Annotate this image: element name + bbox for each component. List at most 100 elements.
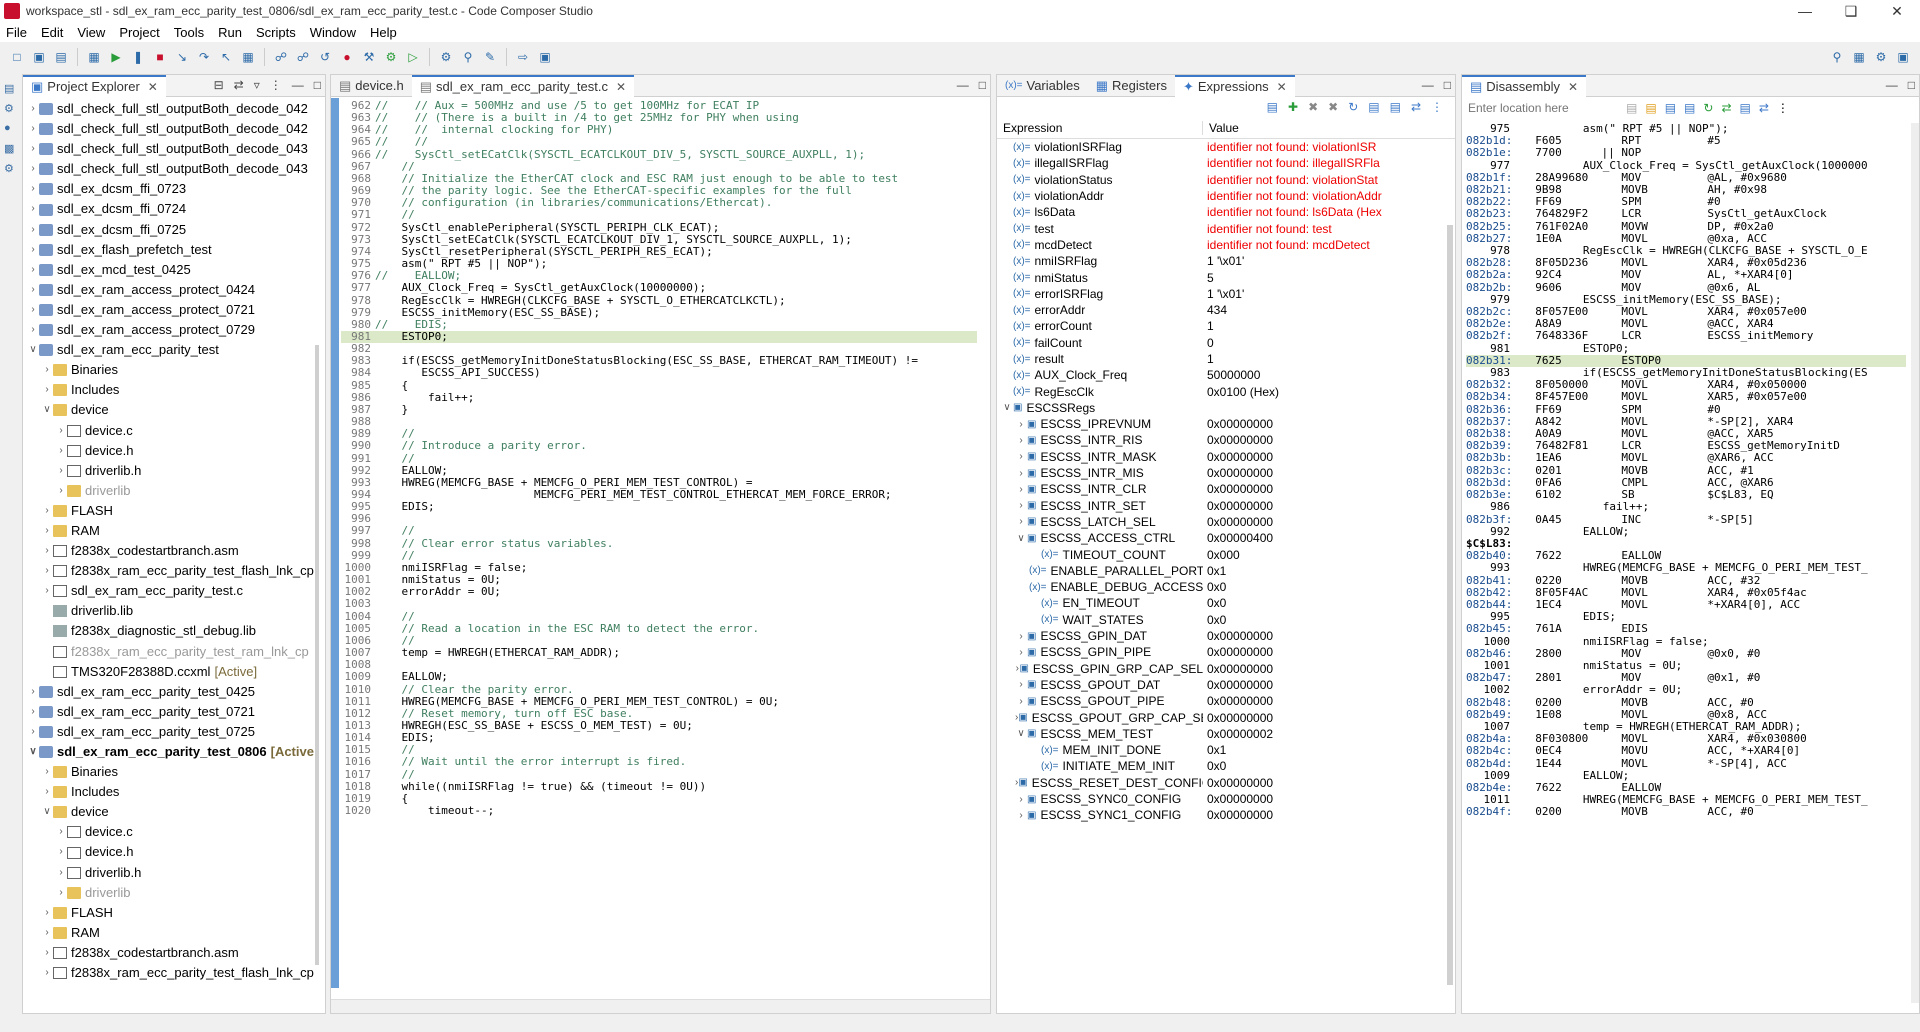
expression-row[interactable]: (x)= result 1	[997, 351, 1445, 367]
expression-row[interactable]: (x)= RegEscClk 0x0100 (Hex)	[997, 383, 1445, 399]
tree-item[interactable]: › driverlib.h	[23, 863, 325, 883]
expression-row[interactable]: (x)= WAIT_STATES 0x0	[997, 612, 1445, 628]
view-menu-icon[interactable]: ⋮	[1777, 101, 1789, 115]
save-icon[interactable]: ▣	[30, 49, 48, 65]
expression-value[interactable]: 0x00000000	[1203, 694, 1445, 708]
expression-row[interactable]: ∨ ▣ ESCSSRegs	[997, 400, 1445, 416]
step-into-icon[interactable]: ↘	[173, 49, 191, 65]
tree-item[interactable]: › sdl_ex_dcsm_ffi_0725	[23, 220, 325, 240]
menu-window[interactable]: Window	[310, 25, 356, 40]
tree-item[interactable]: › sdl_check_full_stl_outputBoth_decode_04…	[23, 139, 325, 159]
chevron-right-icon[interactable]: ›	[41, 963, 53, 983]
tree-item[interactable]: › f2838x_ram_ecc_parity_test_flash_lnk_cp	[23, 963, 325, 983]
expression-value[interactable]: 0x00000000	[1203, 662, 1445, 676]
tree-item[interactable]: › sdl_ex_flash_prefetch_test	[23, 240, 325, 260]
import-icon[interactable]: ▤	[1368, 100, 1379, 114]
tree-item[interactable]: › device.h	[23, 441, 325, 461]
expression-row[interactable]: (x)= violationStatus identifier not found:…	[997, 172, 1445, 188]
expression-value[interactable]: 0x00000000	[1203, 711, 1445, 725]
link-icon[interactable]: ⇄	[1721, 101, 1731, 115]
tree-item[interactable]: › f2838x_codestartbranch.asm	[23, 943, 325, 963]
maximize-view-icon[interactable]: □	[1444, 78, 1451, 92]
expression-row[interactable]: ∨ ▣ ESCSS_ACCESS_CTRL 0x00000400	[997, 530, 1445, 546]
expression-value[interactable]: identifier not found: ls6Data (Hex	[1203, 205, 1445, 219]
expression-value[interactable]: 0x00000000	[1203, 629, 1445, 643]
chevron-right-icon[interactable]: ›	[1015, 516, 1027, 527]
tab-device-h[interactable]: ▤ device.h	[331, 75, 412, 97]
chevron-right-icon[interactable]: ›	[41, 943, 53, 963]
expression-row[interactable]: ∨ ▣ ESCSS_MEM_TEST 0x00000002	[997, 726, 1445, 742]
chevron-down-icon[interactable]: ∨	[41, 802, 53, 822]
chevron-right-icon[interactable]: ›	[27, 199, 39, 219]
minimize-view-icon[interactable]: —	[957, 78, 969, 92]
tree-item[interactable]: ∨ sdl_ex_ram_ecc_parity_test_0806 [Active	[23, 742, 325, 762]
terminate-icon[interactable]: ■	[151, 49, 169, 65]
expression-row[interactable]: › ▣ ESCSS_INTR_SET 0x00000000	[997, 498, 1445, 514]
expression-value[interactable]: 50000000	[1203, 368, 1445, 382]
minimize-view-icon[interactable]: —	[292, 78, 304, 92]
tree-item[interactable]: › f2838x_ram_ecc_parity_test_flash_lnk_cp	[23, 561, 325, 581]
expression-row[interactable]: › ▣ ESCSS_SYNC0_CONFIG 0x00000000	[997, 791, 1445, 807]
chevron-right-icon[interactable]: ›	[55, 441, 67, 461]
expression-value[interactable]: 0x00000000	[1203, 482, 1445, 496]
expression-value[interactable]: 0x1	[1203, 564, 1445, 578]
expression-row[interactable]: (x)= ls6Data identifier not found: ls6Data…	[997, 204, 1445, 220]
build-icon[interactable]: ⚒	[360, 49, 378, 65]
expression-value[interactable]: 5	[1203, 271, 1445, 285]
view-menu-icon[interactable]: ⋮	[1431, 100, 1443, 114]
expression-row[interactable]: (x)= errorISRFlag 1 '\x01'	[997, 286, 1445, 302]
debug-view-trim-icon[interactable]: ⚙	[4, 102, 18, 116]
expression-row[interactable]: (x)= errorAddr 434	[997, 302, 1445, 318]
menu-edit[interactable]: Edit	[41, 25, 63, 40]
menu-view[interactable]: View	[77, 25, 105, 40]
chevron-right-icon[interactable]: ›	[1015, 810, 1027, 821]
tree-item[interactable]: › sdl_check_full_stl_outputBoth_decode_04…	[23, 119, 325, 139]
expression-value[interactable]: 0	[1203, 336, 1445, 350]
chevron-right-icon[interactable]: ›	[55, 883, 67, 903]
expression-value[interactable]: identifier not found: test	[1203, 222, 1445, 236]
expression-row[interactable]: › ▣ ESCSS_GPOUT_GRP_CAP_SEL 0x00000000	[997, 709, 1445, 725]
expression-value[interactable]: 0x0100 (Hex)	[1203, 385, 1445, 399]
close-icon[interactable]: ✕	[148, 80, 158, 94]
chevron-right-icon[interactable]: ›	[1015, 500, 1027, 511]
tree-item[interactable]: › Includes	[23, 782, 325, 802]
external-tools-icon[interactable]: ⚙	[437, 49, 455, 65]
chevron-right-icon[interactable]: ›	[27, 702, 39, 722]
expression-row[interactable]: (x)= MEM_INIT_DONE 0x1	[997, 742, 1445, 758]
tree-item[interactable]: driverlib.lib	[23, 601, 325, 621]
menu-help[interactable]: Help	[370, 25, 397, 40]
chevron-right-icon[interactable]: ›	[27, 220, 39, 240]
expression-row[interactable]: (x)= AUX_Clock_Freq 50000000	[997, 367, 1445, 383]
tree-item[interactable]: › sdl_ex_ram_access_protect_0729	[23, 320, 325, 340]
expression-row[interactable]: (x)= TIMEOUT_COUNT 0x000	[997, 546, 1445, 562]
close-icon[interactable]: ✕	[616, 80, 626, 94]
expression-row[interactable]: › ▣ ESCSS_INTR_MIS 0x00000000	[997, 465, 1445, 481]
expression-value[interactable]: 1 '\x01'	[1203, 287, 1445, 301]
tab-disassembly[interactable]: ▤ Disassembly ✕	[1462, 74, 1587, 97]
tree-item[interactable]: › device.h	[23, 842, 325, 862]
expression-value[interactable]: 0x00000000	[1203, 645, 1445, 659]
expression-value[interactable]: 1 '\x01'	[1203, 254, 1445, 268]
show-symbols-icon[interactable]: ▤	[1684, 101, 1695, 115]
expression-value[interactable]: 0x00000000	[1203, 776, 1445, 790]
tree-item[interactable]: › f2838x_codestartbranch.asm	[23, 541, 325, 561]
menu-file[interactable]: File	[6, 25, 27, 40]
expression-row[interactable]: › ▣ ESCSS_SYNC1_CONFIG 0x00000000	[997, 807, 1445, 823]
add-expression-icon[interactable]: ✚	[1288, 100, 1298, 114]
expression-value[interactable]: 0x00000000	[1203, 450, 1445, 464]
expression-row[interactable]: (x)= violationISRFlag identifier not found…	[997, 139, 1445, 155]
tree-item[interactable]: › device.c	[23, 822, 325, 842]
expression-row[interactable]: (x)= nmiStatus 5	[997, 269, 1445, 285]
chevron-right-icon[interactable]: ›	[41, 541, 53, 561]
chevron-right-icon[interactable]: ›	[27, 119, 39, 139]
maximize-view-icon[interactable]: □	[1908, 78, 1915, 92]
chevron-right-icon[interactable]: ›	[1015, 696, 1027, 707]
tree-item[interactable]: f2838x_ram_ecc_parity_test_ram_lnk_cp	[23, 642, 325, 662]
step-return-icon[interactable]: ↖	[217, 49, 235, 65]
tab-sdl-ex-ram-ecc-parity-test-c[interactable]: ▤ sdl_ex_ram_ecc_parity_test.c ✕	[411, 74, 635, 97]
tree-item[interactable]: › driverlib	[23, 883, 325, 903]
expression-row[interactable]: (x)= illegalISRFlag identifier not found: …	[997, 155, 1445, 171]
code-editor[interactable]: 962// // Aux = 500MHz and use /5 to get …	[341, 100, 977, 990]
chevron-right-icon[interactable]: ›	[41, 923, 53, 943]
expression-value[interactable]: identifier not found: violationStat	[1203, 173, 1445, 187]
